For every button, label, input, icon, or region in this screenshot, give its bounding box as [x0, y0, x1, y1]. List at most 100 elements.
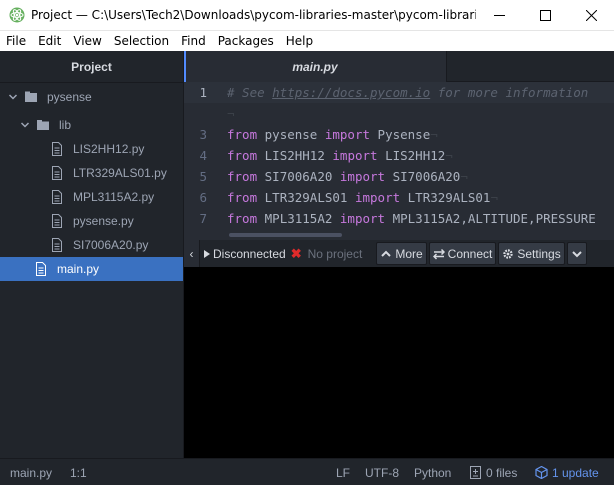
tree-file[interactable]: MPL3115A2.py: [0, 185, 183, 209]
keyword: import: [324, 127, 371, 142]
status-line-ending[interactable]: LF: [336, 459, 350, 485]
disconnected-icon: ✖: [290, 245, 302, 261]
repo-icon: [25, 91, 37, 102]
line-number: 7: [199, 211, 207, 226]
code-line: 7 from MPL3115A2 import MPL3115A2,ALTITU…: [184, 208, 614, 229]
chevron-left-icon: ‹: [189, 246, 194, 261]
module-name: MPL3115A2: [264, 211, 333, 226]
import-name: LTR329ALS01: [407, 190, 491, 205]
keyword: import: [332, 148, 378, 163]
tree-file-label: SI7006A20.py: [73, 238, 149, 252]
settings-dropdown-button[interactable]: [566, 242, 587, 265]
code-line: 1 # See https://docs.pycom.io for more i…: [184, 82, 614, 103]
tree-file[interactable]: pysense.py: [0, 209, 183, 233]
menu-selection[interactable]: Selection: [108, 31, 175, 51]
menu-bar: File Edit View Selection Find Packages H…: [0, 31, 614, 51]
keyword: from: [227, 190, 258, 205]
gear-icon: [503, 248, 514, 259]
tree-file[interactable]: SI7006A20.py: [0, 233, 183, 257]
chevron-up-icon: [381, 250, 392, 257]
code-line: 4 from LIS2HH12 import LIS2HH12¬: [184, 145, 614, 166]
tab-bar: main.py: [184, 51, 614, 82]
close-button[interactable]: [568, 0, 614, 31]
project-tree: Project pysense lib LIS2HH12.py LTR329AL…: [0, 51, 184, 458]
tree-header[interactable]: Project: [0, 51, 183, 83]
package-icon: [535, 466, 548, 479]
file-text-icon: [52, 214, 62, 228]
tree-root-folder[interactable]: pysense: [0, 85, 183, 109]
file-text-icon: [52, 166, 62, 180]
code-editor[interactable]: 1 # See https://docs.pycom.io for more i…: [184, 82, 614, 240]
code-line: 6 from LTR329ALS01 import LTR329ALS01¬: [184, 187, 614, 208]
tab-main-py[interactable]: main.py: [184, 51, 447, 82]
menu-edit[interactable]: Edit: [32, 31, 67, 51]
file-text-icon: [52, 142, 62, 156]
settings-button[interactable]: Settings: [498, 242, 565, 265]
connect-button[interactable]: Connect: [428, 242, 497, 265]
file-text-icon: [52, 190, 62, 204]
status-bar: main.py 1:1 LF UTF-8 Python 0 files 1 up…: [0, 458, 614, 485]
keyword: import: [339, 169, 386, 184]
tree-file-label: main.py: [57, 262, 100, 276]
status-grammar[interactable]: Python: [414, 459, 451, 485]
keyword: from: [227, 127, 258, 142]
menu-file[interactable]: File: [0, 31, 32, 51]
code-text: from LIS2HH12 import LIS2HH12¬: [227, 145, 453, 166]
eol-mark: ¬: [490, 190, 498, 205]
code-line: 5 from SI7006A20 import SI7006A20¬: [184, 166, 614, 187]
status-encoding[interactable]: UTF-8: [365, 459, 399, 485]
keyword: from: [227, 211, 258, 226]
code-text: # See https://docs.pycom.io for more inf…: [227, 82, 588, 103]
tree-folder-lib[interactable]: lib: [0, 113, 183, 137]
import-name: Pysense: [377, 127, 431, 142]
pymakr-toolbar: ‹ Disconnected ✖ No project More Connect…: [184, 240, 614, 267]
status-git-files-label: 0 files: [486, 465, 518, 480]
file-text-icon: [52, 238, 62, 252]
comment-prefix: # See: [227, 85, 273, 100]
eol-mark: ¬: [460, 169, 468, 184]
status-git-files[interactable]: 0 files: [469, 459, 517, 485]
menu-view[interactable]: View: [67, 31, 107, 51]
module-name: LIS2HH12: [264, 148, 325, 163]
project-status: No project: [307, 246, 363, 261]
keyword: import: [354, 190, 401, 205]
status-update-label: 1 update: [552, 465, 599, 480]
minimize-button[interactable]: [476, 0, 522, 31]
tree-file[interactable]: LIS2HH12.py: [0, 137, 183, 161]
tree-file[interactable]: LTR329ALS01.py: [0, 161, 183, 185]
comment-suffix: for more information: [430, 85, 589, 100]
status-file-path[interactable]: main.py: [10, 459, 52, 485]
import-name: SI7006A20: [392, 169, 461, 184]
status-update[interactable]: 1 update: [535, 459, 599, 485]
comment-link[interactable]: https://docs.pycom.io: [272, 85, 430, 100]
tab-label: main.py: [292, 59, 338, 74]
menu-help[interactable]: Help: [280, 31, 319, 51]
status-cursor-position[interactable]: 1:1: [70, 459, 87, 485]
code-text: from SI7006A20 import SI7006A20¬: [227, 166, 468, 187]
code-text: from pysense import Pysense¬: [227, 124, 438, 145]
pymakr-terminal[interactable]: [184, 267, 614, 458]
more-button[interactable]: More: [376, 242, 427, 265]
chevron-down-icon: [20, 122, 30, 128]
folder-icon: [37, 120, 49, 130]
window-title: Project — C:\Users\Tech2\Downloads\pycom…: [31, 8, 476, 22]
menu-find[interactable]: Find: [175, 31, 212, 51]
maximize-button[interactable]: [522, 0, 568, 31]
code-text: from MPL3115A2 import MPL3115A2,ALTITUDE…: [227, 208, 596, 229]
collapse-panel-button[interactable]: ‹: [184, 240, 200, 267]
line-number: 1: [199, 85, 207, 100]
horizontal-scrollbar[interactable]: [229, 233, 342, 237]
line-number: 3: [199, 127, 207, 142]
menu-packages[interactable]: Packages: [212, 31, 280, 51]
tree-file-label: LIS2HH12.py: [73, 142, 145, 156]
settings-button-label: Settings: [517, 246, 561, 261]
tree-file-selected[interactable]: main.py: [0, 257, 183, 281]
arrows-horizontal-icon: [432, 248, 445, 260]
line-number: 6: [199, 190, 207, 205]
chevron-down-icon: [572, 250, 582, 257]
keyword: from: [227, 148, 258, 163]
code-line: 3 from pysense import Pysense¬: [184, 124, 614, 145]
connection-status: Disconnected: [204, 247, 286, 261]
module-name: pysense: [264, 127, 318, 142]
line-number: 5: [199, 169, 207, 184]
